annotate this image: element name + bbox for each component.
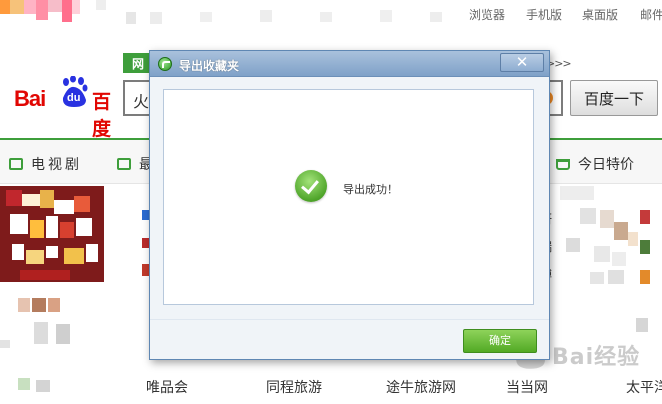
logo-chinese: 百度 — [92, 91, 112, 140]
site-link-ly[interactable]: 同程旅游 — [266, 377, 322, 397]
success-check-icon — [295, 170, 327, 202]
mobile-link[interactable]: 手机版 — [526, 6, 562, 23]
nav-item-movie[interactable]: 最 — [117, 154, 153, 174]
close-button[interactable]: ✕ — [500, 53, 544, 72]
logo-latin: Bai — [14, 86, 46, 111]
site-link-tuniu[interactable]: 途牛旅游网 — [386, 377, 456, 397]
site-links-row: 唯品会 同程旅游 途牛旅游网 当当网 太平洋 — [0, 370, 662, 404]
dialog-title: 导出收藏夹 — [179, 59, 240, 73]
browser-logo-icon — [158, 57, 172, 71]
ok-button[interactable]: 确定 — [463, 329, 537, 353]
nav-item-deals[interactable]: 今日特价 — [556, 154, 634, 174]
success-message: 导出成功！ — [343, 183, 398, 196]
browser-link[interactable]: 浏览器 — [469, 6, 505, 23]
site-link-vip[interactable]: 唯品会 — [146, 377, 188, 397]
search-query: 火 — [133, 92, 150, 111]
watermark-text: Bai经验 — [552, 345, 641, 370]
export-favorites-dialog: 导出收藏夹 ✕ 导出成功！ 确定 — [149, 50, 550, 360]
screen: 浏览器 手机版 桌面版 邮件 Bai du 百度 网 >>> 火 百度一下 电视… — [0, 0, 662, 404]
nav-label-tv: 电视剧 — [31, 157, 82, 173]
film-icon — [117, 158, 131, 170]
nav-label-deals: 今日特价 — [578, 157, 634, 173]
site-link-pconline[interactable]: 太平洋 — [626, 377, 662, 397]
site-link-dangdang[interactable]: 当当网 — [506, 377, 548, 397]
dialog-titlebar[interactable]: 导出收藏夹 ✕ — [150, 51, 549, 77]
tv-icon — [9, 158, 23, 170]
nav-item-tv[interactable]: 电视剧 — [9, 154, 82, 174]
mail-link[interactable]: 邮件 — [640, 6, 662, 23]
desktop-link[interactable]: 桌面版 — [582, 6, 618, 23]
baidu-logo[interactable]: Bai du 百度 — [14, 76, 119, 140]
dialog-divider — [150, 319, 549, 320]
logo-du: du — [67, 92, 81, 104]
cart-icon — [556, 159, 570, 170]
search-button[interactable]: 百度一下 — [570, 80, 658, 116]
dialog-content: 导出成功！ — [163, 89, 534, 305]
